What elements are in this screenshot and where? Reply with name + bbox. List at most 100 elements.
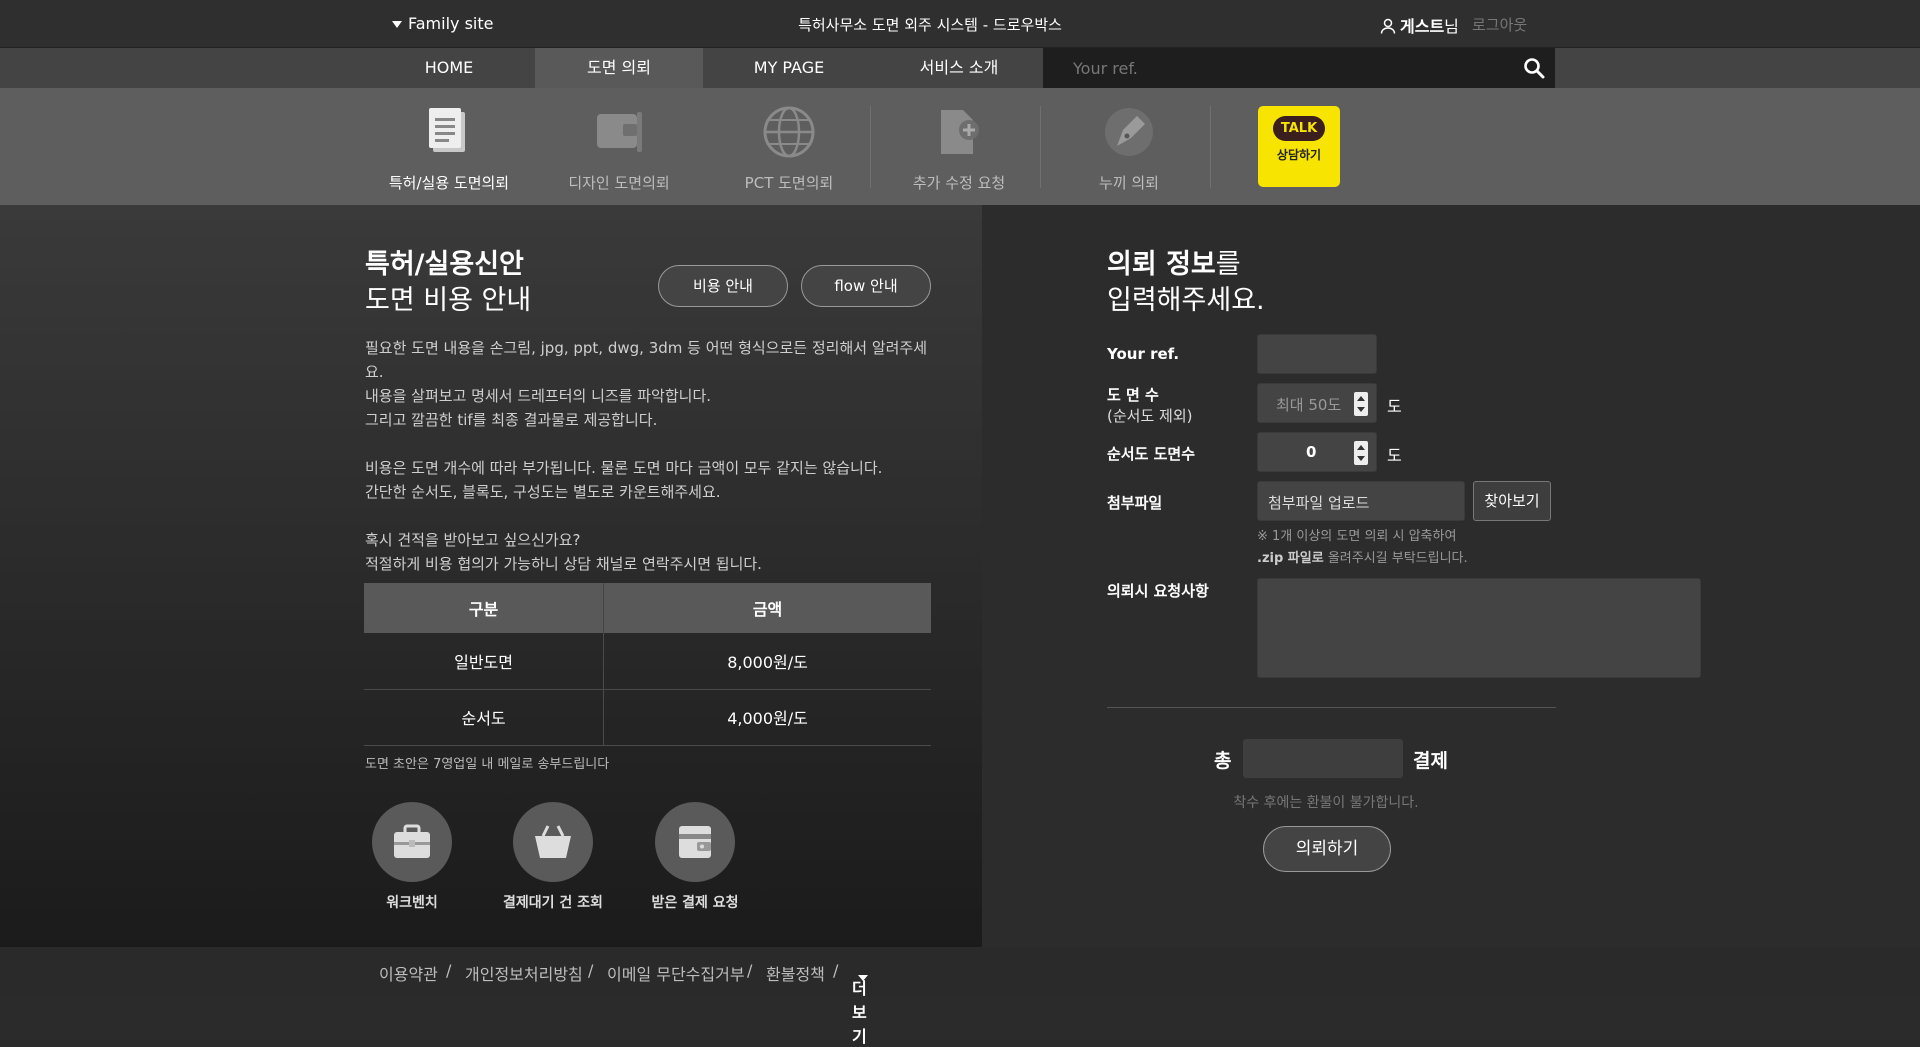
- table-row: 일반도면 8,000원/도: [364, 633, 931, 690]
- user-suffix: 님: [1444, 17, 1459, 36]
- user-name: 게스트: [1400, 17, 1445, 36]
- desc-paragraph: 비용은 도면 개수에 따라 부가됩니다. 물론 도면 마다 금액이 모두 같지는…: [365, 459, 883, 501]
- globe-icon: [763, 106, 815, 158]
- sub-item-clipping-request[interactable]: 누끼 의뢰: [1045, 102, 1213, 193]
- sub-item-revision-request[interactable]: 추가 수정 요청: [875, 102, 1043, 193]
- cost-guide-button[interactable]: 비용 안내: [658, 265, 788, 307]
- received-payment-button[interactable]: [655, 802, 735, 882]
- table-cell: 일반도면: [364, 633, 605, 690]
- drawing-count-input[interactable]: 최대 50도: [1257, 383, 1377, 423]
- basket-icon: [535, 825, 571, 858]
- desc-paragraph: 필요한 도면 내용을 손그림, jpg, ppt, dwg, 3dm 등 어떤 …: [365, 339, 928, 429]
- nav-my-page[interactable]: MY PAGE: [705, 48, 873, 88]
- footer-link-refund[interactable]: 환불정책: [766, 961, 825, 985]
- attach-placeholder: 첨부파일 업로드: [1268, 494, 1370, 512]
- sub-item-label: 디자인 도면의뢰: [568, 174, 670, 192]
- sub-item-patent-drawing[interactable]: 특허/실용 도면의뢰: [365, 102, 533, 193]
- document-icon: [429, 108, 465, 152]
- kakao-talk-consult-button[interactable]: TALK 상담하기: [1258, 106, 1340, 187]
- browse-button[interactable]: 찾아보기: [1473, 481, 1551, 521]
- attach-hint: ※ 1개 이상의 도면 의뢰 시 압축하여 .zip 파일로 올려주시길 부탁드립…: [1257, 529, 1468, 566]
- sub-item-label: 누끼 의뢰: [1099, 174, 1159, 192]
- sub-item-pct-drawing[interactable]: PCT 도면의뢰: [705, 102, 873, 193]
- nav-drawing-request[interactable]: 도면 의뢰: [535, 48, 703, 88]
- submit-request-button[interactable]: 의뢰하기: [1263, 826, 1391, 872]
- ref-input[interactable]: [1257, 334, 1377, 374]
- count-label: 도 면 수 (순서도 제외): [1107, 386, 1193, 425]
- flow-count-unit: 도: [1387, 446, 1402, 465]
- pen-nib-icon: [1105, 108, 1153, 156]
- divider: [870, 106, 871, 188]
- file-add-icon: [941, 110, 979, 154]
- pricing-description: 필요한 도면 내용을 손그림, jpg, ppt, dwg, 3dm 등 어떤 …: [365, 336, 945, 600]
- logout-link[interactable]: 로그아웃: [1472, 14, 1527, 35]
- card-wallet-icon: [679, 826, 711, 858]
- workbench-label: 워크벤치: [386, 895, 438, 911]
- talk-label: 상담하기: [1276, 148, 1322, 162]
- main-nav: HOME 도면 의뢰 MY PAGE 서비스 소개: [0, 48, 1920, 88]
- footer-separator: /: [446, 961, 452, 980]
- total-prefix: 총: [1214, 750, 1232, 772]
- received-payment-label: 받은 결제 요청: [651, 895, 739, 911]
- table-cell: 4,000원/도: [603, 689, 931, 746]
- footer-separator: /: [747, 961, 753, 980]
- nav-service-intro[interactable]: 서비스 소개: [875, 48, 1043, 88]
- search-box: [1043, 48, 1555, 88]
- flow-guide-button[interactable]: flow 안내: [801, 265, 931, 307]
- attach-label: 첨부파일: [1107, 494, 1163, 512]
- request-label: 의뢰시 요청사항: [1107, 582, 1209, 600]
- total-suffix: 결제: [1413, 750, 1448, 772]
- top-bar: Family site 특허사무소 도면 외주 시스템 - 드로우박스 게스트님…: [0, 0, 1920, 48]
- delivery-note: 도면 초안은 7영업일 내 메일로 송부드립니다: [365, 757, 610, 772]
- pending-payment-label: 결제대기 건 조회: [503, 895, 603, 911]
- form-subtitle: 입력해주세요.: [1107, 285, 1265, 316]
- column-header: 구분: [364, 583, 605, 633]
- column-header: 금액: [603, 583, 931, 633]
- divider: [1107, 707, 1556, 708]
- table-header-row: 구분 금액: [364, 583, 931, 633]
- divider: [1040, 106, 1041, 188]
- ref-label: Your ref.: [1107, 345, 1180, 363]
- table-cell: 순서도: [364, 689, 605, 746]
- desc-paragraph: 혹시 견적을 받아보고 싶으신가요? 적절하게 비용 협의가 가능하니 상담 채널…: [365, 531, 762, 573]
- talk-bubble: TALK: [1272, 116, 1326, 141]
- pricing-title: 특허/실용신안: [365, 249, 524, 280]
- footer-separator: /: [588, 961, 594, 980]
- flow-count-value: 0: [1306, 443, 1317, 461]
- count-unit: 도: [1387, 397, 1402, 416]
- user-icon: [1380, 18, 1396, 34]
- stepper-icon[interactable]: [1354, 441, 1368, 465]
- briefcase-icon: [394, 824, 430, 858]
- search-input[interactable]: [1043, 48, 1513, 88]
- attach-input[interactable]: 첨부파일 업로드: [1257, 481, 1465, 521]
- caret-down-icon: [858, 975, 868, 981]
- sub-item-label: 추가 수정 요청: [912, 174, 1006, 192]
- pricing-subtitle: 도면 비용 안내: [365, 285, 532, 316]
- footer-separator: /: [833, 961, 839, 980]
- footer-link-privacy[interactable]: 개인정보처리방침: [465, 961, 583, 985]
- form-title: 의뢰 정보를: [1107, 249, 1241, 280]
- divider: [1210, 106, 1211, 188]
- user-info: 게스트님: [1380, 13, 1459, 37]
- workbench-button[interactable]: [372, 802, 452, 882]
- stepper-icon[interactable]: [1354, 392, 1368, 416]
- table-cell: 8,000원/도: [603, 633, 931, 690]
- sub-item-label: 특허/실용 도면의뢰: [388, 174, 510, 192]
- count-placeholder: 최대 50도: [1276, 396, 1342, 414]
- sub-item-label: PCT 도면의뢰: [744, 174, 834, 192]
- price-table: 구분 금액 일반도면 8,000원/도 순서도 4,000원/도: [364, 583, 931, 746]
- flow-count-input[interactable]: 0: [1257, 432, 1377, 472]
- total-amount-field: [1243, 739, 1403, 778]
- search-icon[interactable]: [1523, 57, 1545, 79]
- wallet-pen-icon: [597, 112, 642, 152]
- refund-notice: 착수 후에는 환불이 불가합니다.: [1233, 795, 1419, 811]
- footer-link-terms[interactable]: 이용약관: [379, 961, 438, 985]
- sub-item-design-drawing[interactable]: 디자인 도면의뢰: [535, 102, 703, 193]
- pending-payment-button[interactable]: [513, 802, 593, 882]
- nav-home[interactable]: HOME: [365, 48, 533, 88]
- sub-nav: 특허/실용 도면의뢰 디자인 도면의뢰 PCT 도면의뢰 추가 수정 요청 누끼…: [0, 88, 1920, 205]
- table-row: 순서도 4,000원/도: [364, 689, 931, 746]
- site-title: 특허사무소 도면 외주 시스템 - 드로우박스: [798, 16, 1062, 34]
- request-textarea[interactable]: [1257, 578, 1701, 678]
- footer-link-email-refusal[interactable]: 이메일 무단수집거부: [607, 961, 745, 985]
